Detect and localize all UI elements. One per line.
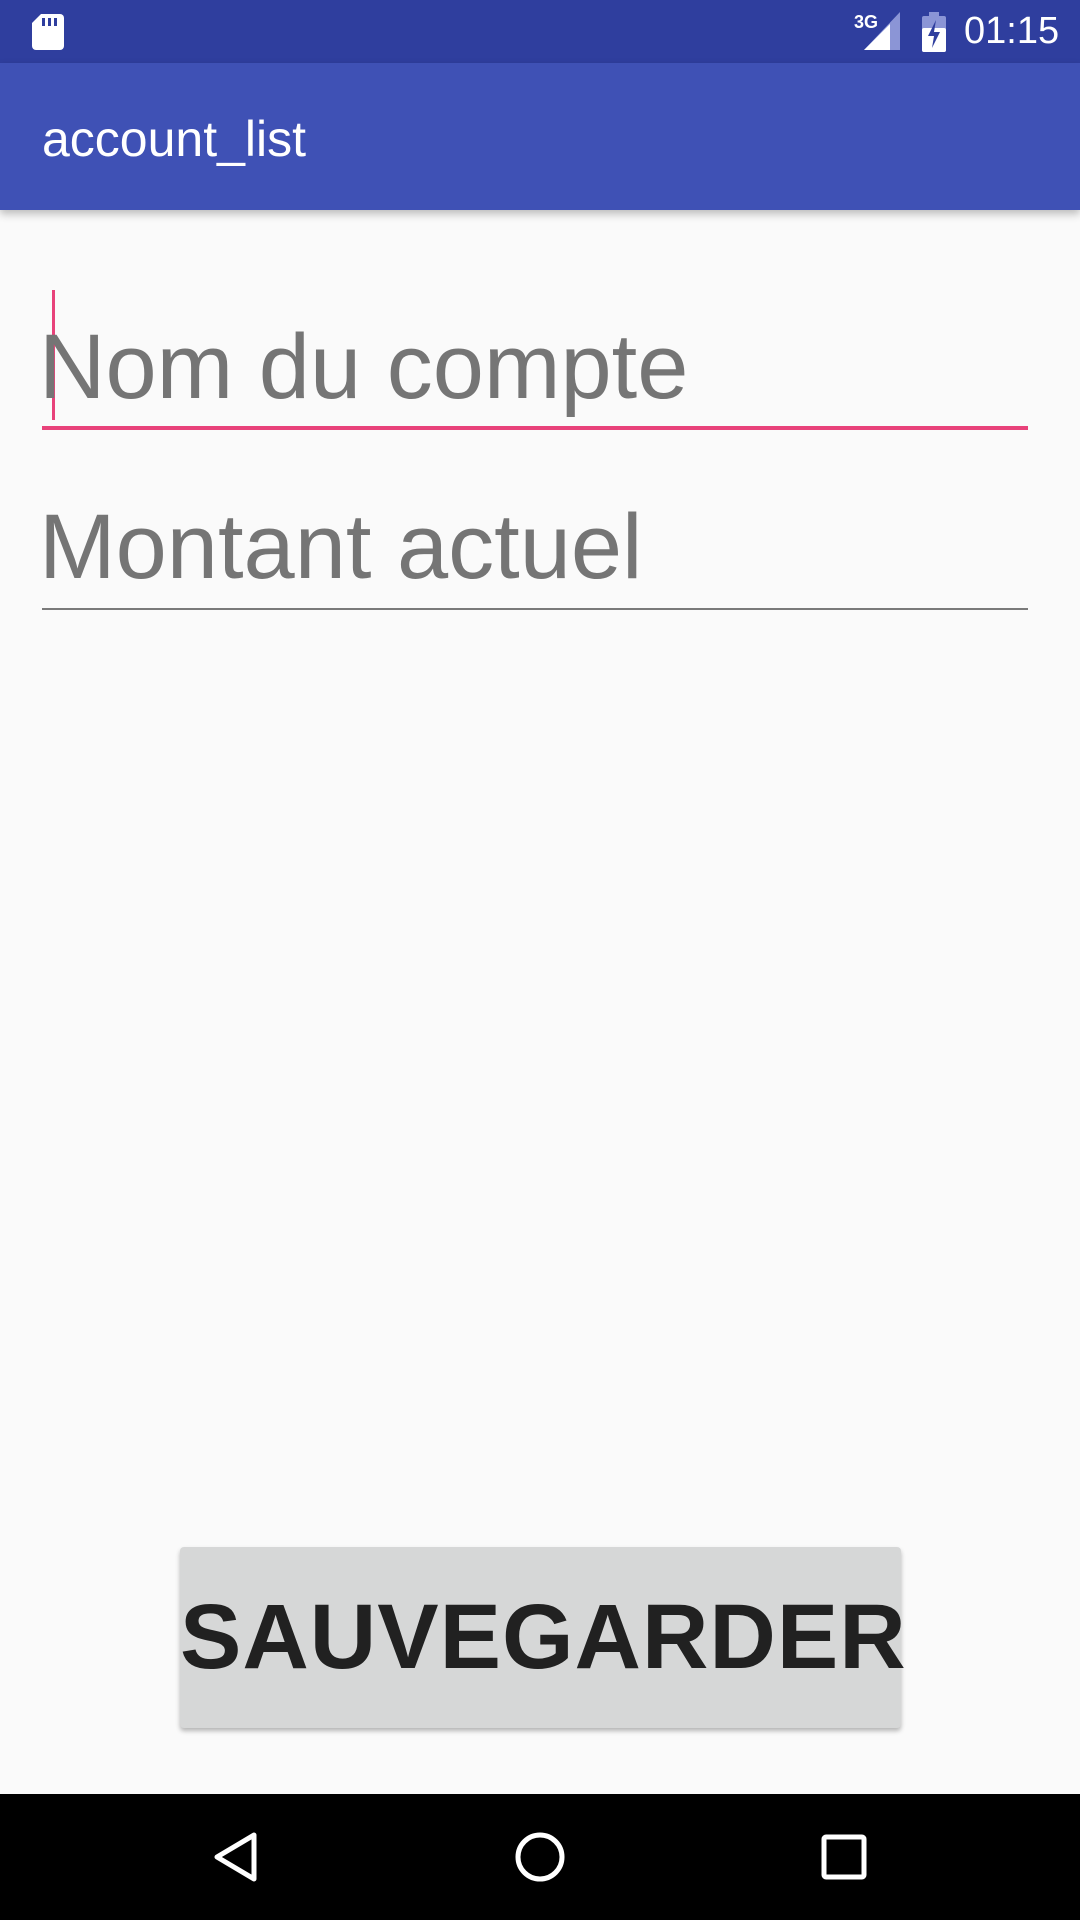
save-button[interactable]: SAUVEGARDER (180, 1547, 906, 1728)
screen: 3G 01:15 account_list SAUVEGARDER (0, 0, 1080, 1920)
page-title: account_list (42, 111, 307, 167)
recents-icon (821, 1834, 867, 1880)
clock: 01:15 (964, 10, 1060, 52)
battery-charging-icon (922, 12, 946, 52)
recents-button[interactable] (764, 1794, 924, 1920)
navigation-bar (0, 1794, 1080, 1920)
app-bar: account_list (0, 63, 1080, 210)
back-icon (214, 1832, 257, 1882)
account-name-field[interactable] (39, 286, 1028, 430)
account-name-underline (42, 426, 1028, 430)
home-icon (515, 1832, 565, 1882)
back-button[interactable] (156, 1794, 316, 1920)
signal-icon (864, 12, 900, 50)
home-button[interactable] (460, 1794, 620, 1920)
sd-card-icon (32, 14, 64, 50)
current-amount-underline (42, 608, 1028, 610)
current-amount-input[interactable] (39, 492, 1025, 602)
account-name-input[interactable] (39, 312, 1025, 422)
current-amount-field[interactable] (39, 492, 1028, 610)
status-bar: 3G 01:15 (0, 0, 1080, 63)
